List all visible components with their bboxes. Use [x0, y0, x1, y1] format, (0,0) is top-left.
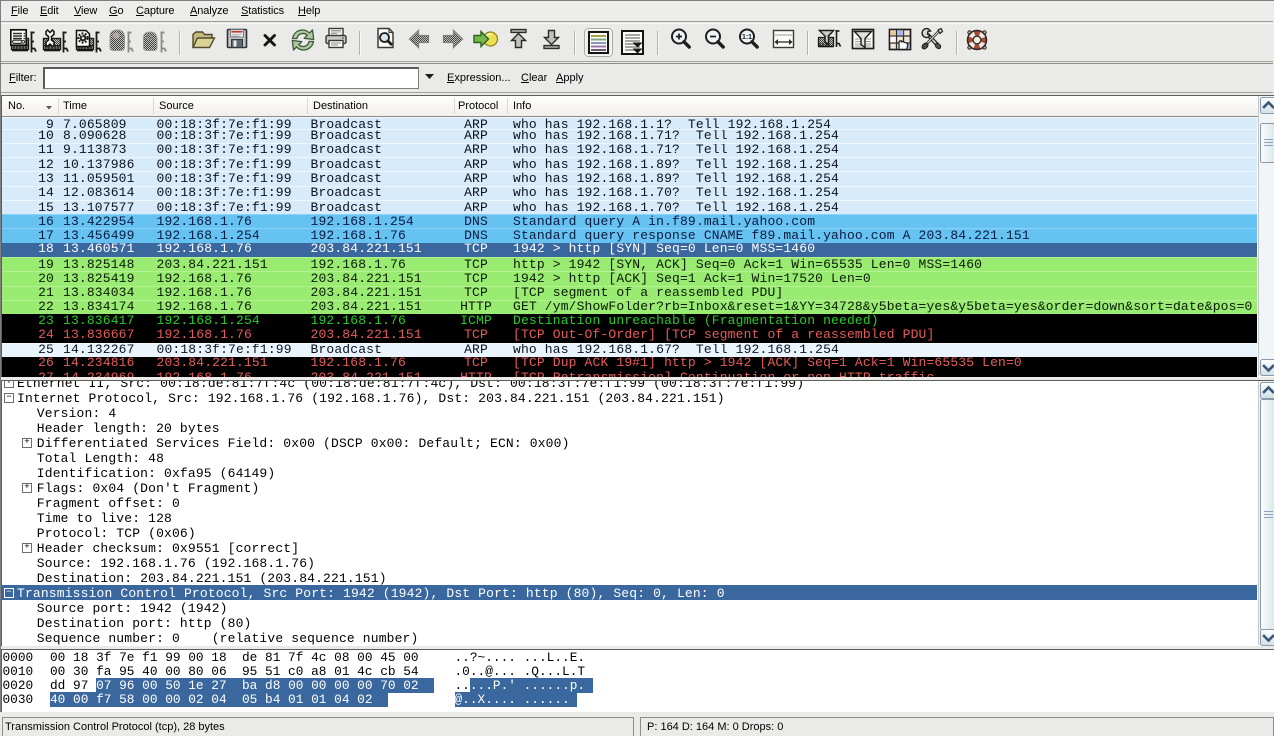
svg-text:1:1: 1:1 — [742, 34, 752, 41]
